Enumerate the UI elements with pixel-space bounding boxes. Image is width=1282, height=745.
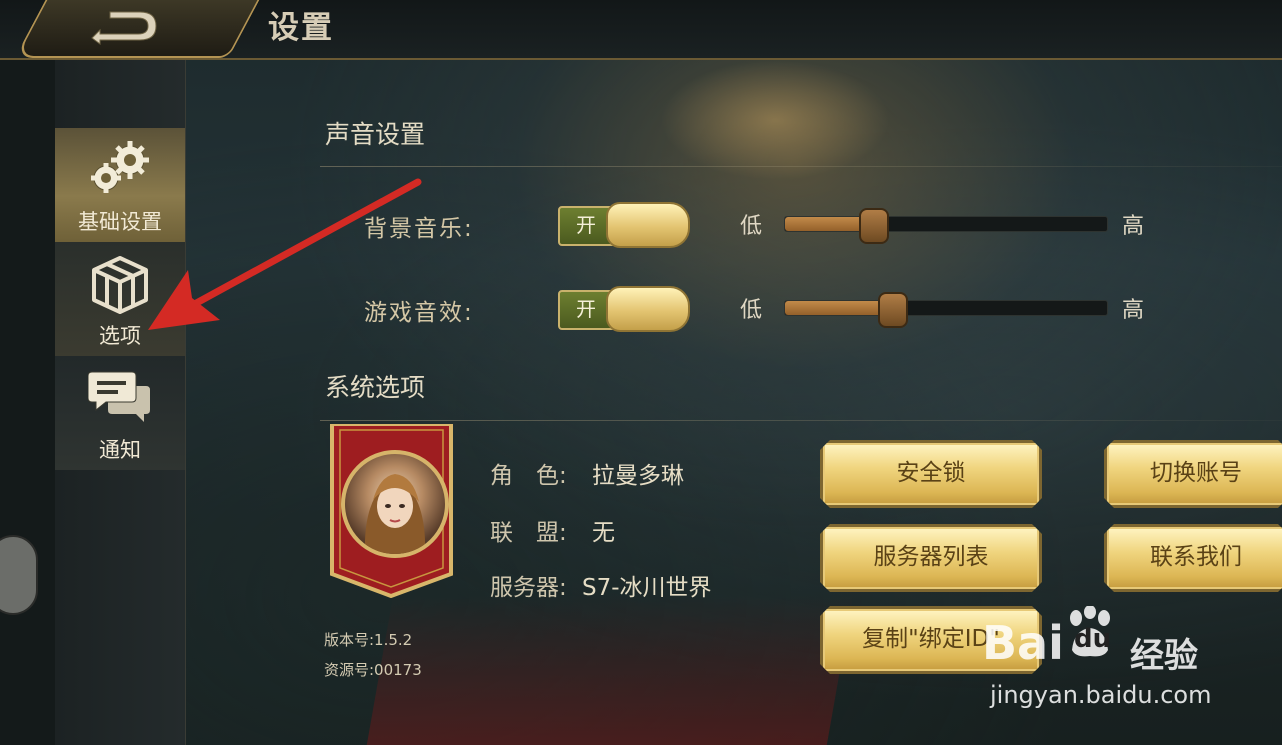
slider-fill: [785, 301, 892, 315]
toggle-knob[interactable]: [606, 286, 690, 332]
left-edge-panel: [0, 60, 55, 745]
sfx-high-label: 高: [1122, 298, 1145, 323]
top-bar: 设置: [0, 0, 1282, 60]
sidebar-item-label: 通知: [99, 438, 141, 462]
sound-settings-title: 声音设置: [325, 120, 426, 149]
server-list-button[interactable]: 服务器列表: [820, 524, 1042, 592]
resource-number: 资源号:00173: [324, 661, 422, 679]
switch-account-button[interactable]: 切换账号: [1104, 440, 1282, 508]
sfx-volume-slider[interactable]: [784, 292, 1108, 328]
sfx-low-label: 低: [740, 298, 763, 323]
background-chandelier: [660, 60, 890, 180]
alliance-value: 无: [592, 520, 615, 546]
server-label: 服务器:: [490, 575, 567, 601]
page-title: 设置: [268, 10, 334, 46]
version-number: 版本号:1.5.2: [324, 631, 413, 649]
section-divider: [320, 420, 1282, 421]
security-lock-button[interactable]: 安全锁: [820, 440, 1042, 508]
system-options-title: 系统选项: [325, 373, 426, 402]
role-label: 角 色:: [490, 463, 567, 489]
watermark-url: jingyan.baidu.com: [990, 681, 1212, 709]
slider-handle[interactable]: [878, 292, 909, 328]
toggle-knob[interactable]: [606, 202, 690, 248]
back-arrow-icon[interactable]: [86, 8, 162, 48]
chat-bubbles-icon: [88, 371, 150, 422]
watermark-cn: 经验: [1130, 636, 1198, 676]
background-carpet: [366, 595, 854, 745]
floating-menu-button[interactable]: [0, 535, 38, 615]
server-value: S7-冰川世界: [582, 575, 712, 601]
slider-handle[interactable]: [858, 208, 889, 244]
sidebar: 基础设置 选项 通知: [55, 60, 186, 745]
avatar[interactable]: [341, 450, 449, 558]
alliance-label: 联 盟:: [490, 520, 567, 546]
sfx-toggle[interactable]: 开: [558, 286, 690, 332]
role-value: 拉曼多琳: [592, 463, 684, 489]
baidu-watermark: Bai du 经验 jingyan.baidu.com: [982, 606, 1222, 716]
watermark-brand-du: du: [1074, 624, 1112, 654]
bgm-low-label: 低: [740, 214, 763, 239]
portrait-icon: [364, 474, 426, 554]
bgm-high-label: 高: [1122, 214, 1145, 239]
contact-us-button[interactable]: 联系我们: [1104, 524, 1282, 592]
bgm-toggle[interactable]: 开: [558, 202, 690, 248]
annotation-arrow-icon: [148, 178, 422, 330]
bgm-volume-slider[interactable]: [784, 208, 1108, 244]
sidebar-item-notice[interactable]: 通知: [55, 356, 185, 470]
section-divider: [320, 166, 1282, 167]
watermark-brand: Bai: [982, 616, 1064, 670]
